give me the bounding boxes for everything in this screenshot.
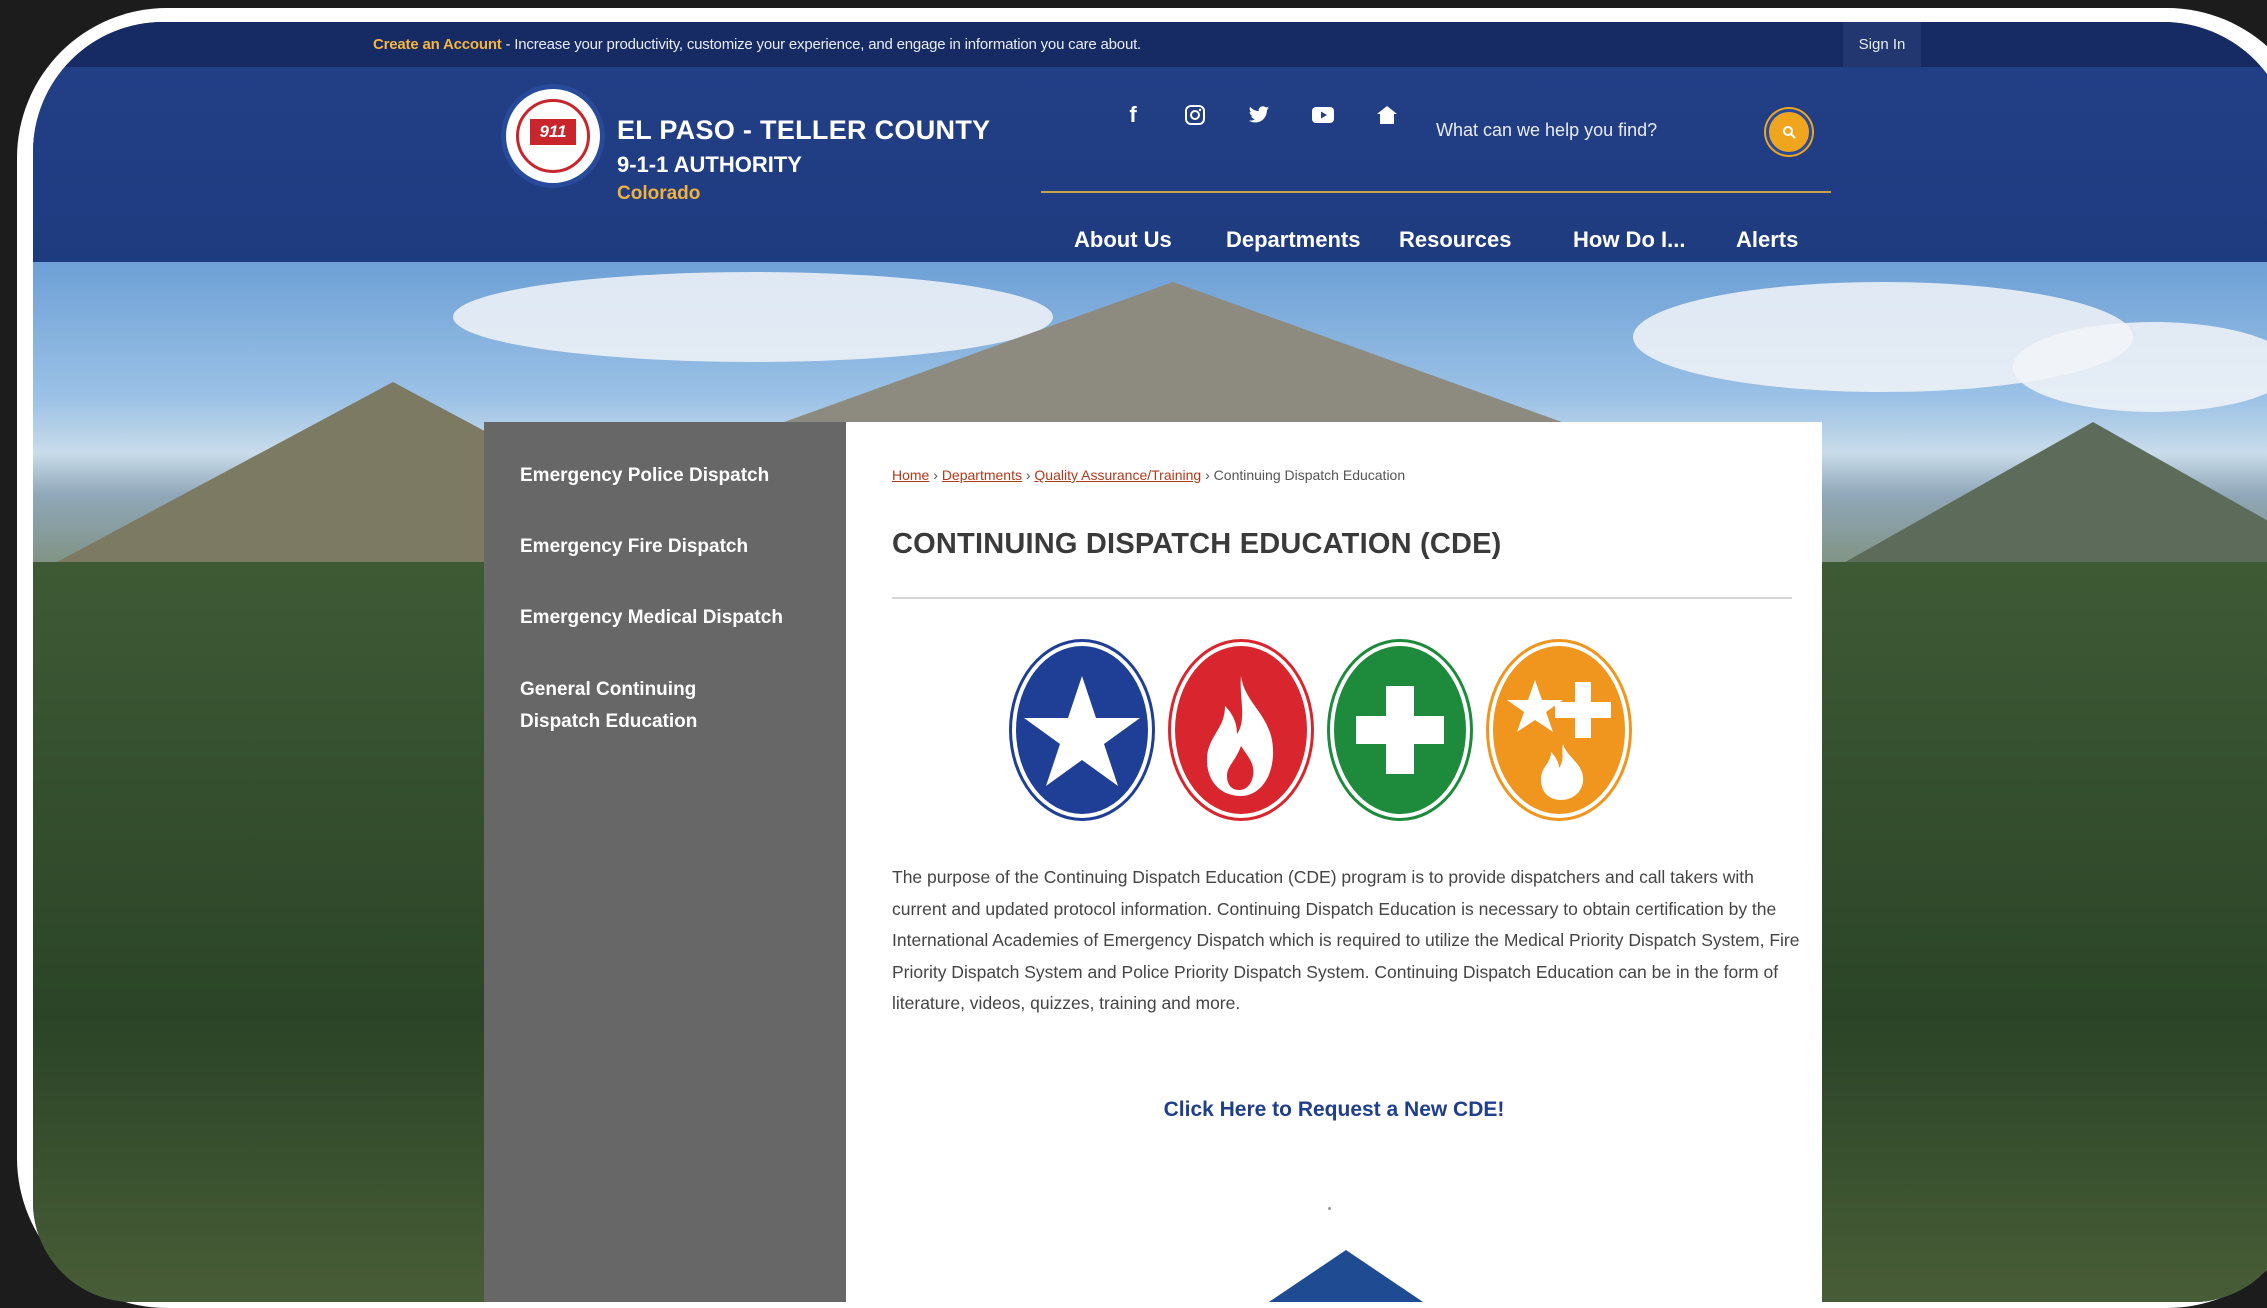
search-input[interactable]: What can we help you find? [1436, 120, 1657, 141]
browser-viewport: Create an Account - Increase your produc… [33, 22, 2267, 1302]
cloud [2013, 322, 2267, 412]
title-divider [892, 597, 1792, 599]
police-star-icon [1012, 642, 1152, 818]
nav-about-us[interactable]: About Us [1074, 227, 1172, 253]
promo-text: - Increase your productivity, customize … [501, 36, 1142, 53]
nav-alerts[interactable]: Alerts [1736, 227, 1798, 253]
main-content: Home › Departments › Quality Assurance/T… [846, 422, 1822, 1302]
nextdoor-icon[interactable] [1369, 97, 1405, 133]
program-description: The purpose of the Continuing Dispatch E… [892, 867, 1800, 1013]
nav-how-do-i[interactable]: How Do I... [1573, 227, 1685, 253]
breadcrumb-separator: › [929, 467, 942, 483]
separator-dot [1328, 1207, 1331, 1210]
combined-dispatch-icon [1489, 642, 1629, 818]
utility-bar: Create an Account - Increase your produc… [33, 22, 2267, 67]
search-icon [1783, 126, 1796, 139]
breadcrumb: Home › Departments › Quality Assurance/T… [892, 467, 1405, 483]
breadcrumb-separator: › [1201, 467, 1214, 483]
breadcrumb-home[interactable]: Home [892, 467, 929, 483]
sidebar-item-medical[interactable]: Emergency Medical Dispatch [520, 602, 820, 634]
request-new-cde-link[interactable]: Click Here to Request a New CDE! [846, 1098, 1822, 1122]
logo-911-mark: 911 [530, 119, 576, 145]
site-header: 911 EL PASO - TELLER COUNTY 9-1-1 AUTHOR… [33, 67, 2267, 262]
nav-resources[interactable]: Resources [1399, 227, 1512, 253]
sidebar-item-fire[interactable]: Emergency Fire Dispatch [520, 531, 820, 563]
breadcrumb-quality-assurance[interactable]: Quality Assurance/Training [1034, 467, 1201, 483]
nav-departments[interactable]: Departments [1226, 227, 1360, 253]
sidebar-item-general-cde[interactable]: General Continuing Dispatch Education [520, 674, 770, 738]
fire-flame-icon [1171, 642, 1311, 818]
youtube-icon[interactable] [1305, 97, 1341, 133]
facebook-icon[interactable]: f [1115, 97, 1151, 133]
breadcrumb-departments[interactable]: Departments [942, 467, 1022, 483]
instagram-icon[interactable] [1177, 97, 1213, 133]
create-account-promo: Create an Account - Increase your produc… [373, 36, 1141, 53]
sidebar-item-police[interactable]: Emergency Police Dispatch [520, 460, 820, 492]
breadcrumb-current: Continuing Dispatch Education [1213, 467, 1406, 483]
nav-divider [1041, 191, 1831, 193]
sign-in-button[interactable]: Sign In [1843, 22, 1921, 67]
twitter-icon[interactable] [1241, 97, 1277, 133]
org-state: Colorado [617, 183, 701, 204]
breadcrumb-separator: › [1021, 467, 1035, 483]
sidebar-nav: Emergency Police Dispatch Emergency Fire… [484, 422, 846, 1302]
create-account-link[interactable]: Create an Account [373, 36, 502, 53]
back-to-top-icon[interactable] [1266, 1250, 1426, 1302]
search-button[interactable] [1766, 109, 1812, 155]
org-name[interactable]: EL PASO - TELLER COUNTY [617, 115, 990, 146]
site-logo[interactable]: 911 [501, 84, 605, 188]
org-subtitle[interactable]: 9-1-1 AUTHORITY [617, 152, 802, 178]
page-title: CONTINUING DISPATCH EDUCATION (CDE) [892, 528, 1502, 560]
medical-cross-icon [1330, 642, 1470, 818]
